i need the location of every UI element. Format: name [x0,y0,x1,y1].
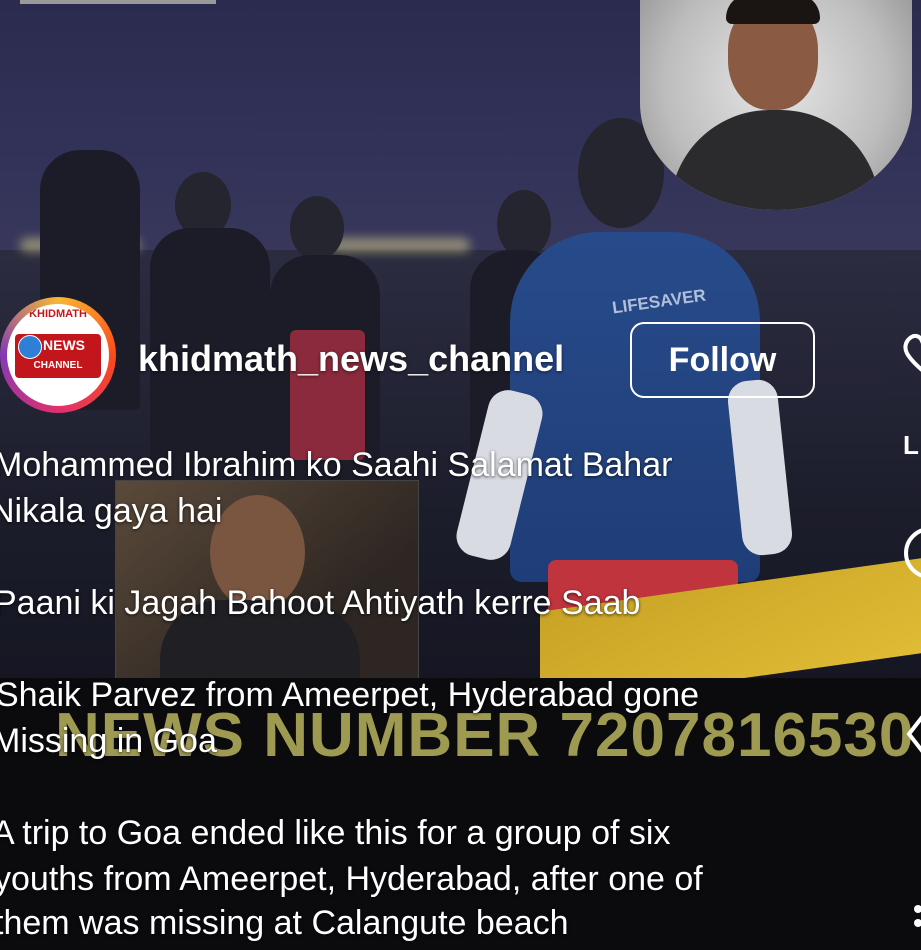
lifesaver-shirt [510,232,760,582]
more-icon[interactable] [906,900,921,940]
caption-line: Missing in Goa [0,722,217,760]
caption-line: Shaik Parvez from Ameerpet, Hyderabad go… [0,676,700,714]
portrait-photo [640,0,912,210]
logo-news-text: NEWS [43,337,85,353]
logo-top-text: KHIDMATH [29,308,87,320]
progress-line [20,0,216,4]
like-count: L [903,430,919,460]
avatar-logo: KHIDMATH NEWS CHANNEL [7,304,109,406]
caption-line: them was missing at Calangute beach [0,904,569,942]
globe-icon [18,335,42,359]
portrait-hair [726,0,820,24]
light-glow [330,238,470,252]
portrait-body [670,110,880,210]
logo-channel-text: CHANNEL [33,360,83,371]
background-person-head [497,190,551,258]
background-person-head [290,196,344,260]
caption-line: youths from Ameerpet, Hyderabad, after o… [0,860,703,898]
avatar[interactable]: KHIDMATH NEWS CHANNEL [0,297,116,413]
comment-icon[interactable] [902,525,921,588]
caption-line: Paani ki Jagah Bahoot Ahtiyath kerre Saa… [0,584,641,622]
caption-line: Nikala gaya hai [0,492,223,530]
caption-line: Mohammed Ibrahim ko Saahi Salamat Bahar [0,446,673,484]
share-icon[interactable] [905,712,921,763]
caption-line: A trip to Goa ended like this for a grou… [0,814,671,852]
heart-icon[interactable] [902,330,921,381]
username[interactable]: khidmath_news_channel [138,337,564,381]
follow-button[interactable]: Follow [630,322,815,398]
